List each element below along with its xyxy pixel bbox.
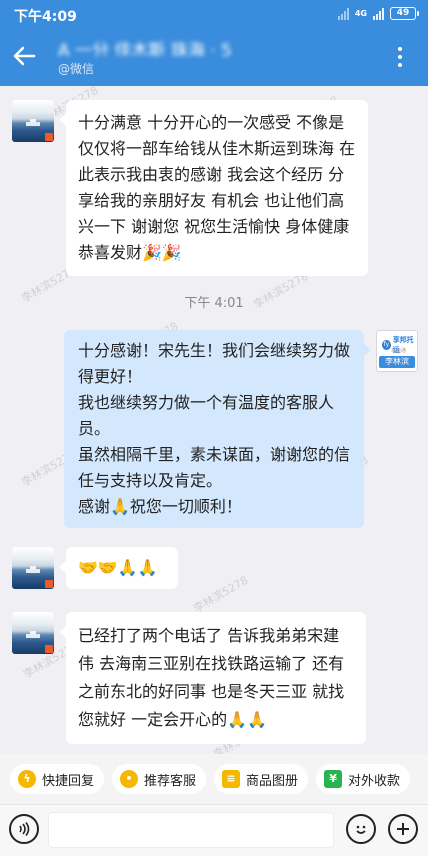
watermark: 李林滨5278: [191, 573, 251, 616]
message-line: 虽然相隔千里，素未谋面，谢谢您的信任与支持以及肯定。: [78, 445, 351, 490]
agent-avatar[interactable]: fy 享邦托运 车运通 李林滨: [376, 330, 418, 372]
message-bubble-incoming[interactable]: 🤝🤝🙏🙏: [59, 547, 178, 589]
quick-reply-label: 快捷回复: [42, 773, 95, 789]
lightning-icon: ϟ: [18, 770, 36, 788]
agent-name-tag: 李林滨: [379, 356, 415, 368]
external-payment-button[interactable]: ¥ 对外收款: [316, 764, 411, 794]
external-payment-label: 对外收款: [348, 773, 401, 789]
back-arrow-icon[interactable]: [10, 42, 38, 70]
customer-avatar[interactable]: [12, 100, 54, 142]
product-catalog-button[interactable]: ≡ 商品图册: [214, 764, 309, 794]
network-type: 4G: [354, 8, 367, 18]
input-bar: [0, 804, 428, 856]
signal-icon: [337, 7, 349, 20]
signal-strength-icon: [373, 7, 384, 20]
message-bubble-incoming[interactable]: 十分满意 十分开心的一次感受 不像是仅仅将一部车给钱从佳木斯运到珠海 在此表示我…: [59, 100, 368, 276]
message-input[interactable]: [48, 812, 334, 848]
battery-icon: 49: [390, 7, 419, 20]
voice-icon[interactable]: [9, 814, 39, 844]
chat-subtitle: @微信: [58, 60, 94, 77]
quick-reply-button[interactable]: ϟ 快捷回复: [10, 764, 105, 794]
message-line: 十分感谢！宋先生！我们会继续努力做得更好！: [78, 341, 351, 386]
emoji-icon[interactable]: [346, 814, 376, 844]
add-icon[interactable]: [388, 814, 418, 844]
status-time: 下午4:09: [14, 9, 77, 25]
chat-source: @微信: [58, 62, 95, 76]
status-icons: 4G 49: [337, 7, 419, 20]
status-bar: 下午4:09 4G 49: [0, 0, 428, 30]
message-line: 我也继续努力做一个有温度的客服人员。: [78, 393, 335, 438]
more-options-icon[interactable]: [386, 42, 414, 72]
payment-icon: ¥: [324, 770, 343, 788]
agent-logo-sub: 车运通: [391, 348, 407, 354]
chat-title: A 一分 佳木斯 珠海 · 5: [58, 41, 232, 56]
recommend-agent-label: 推荐客服: [144, 773, 197, 789]
recommend-icon: •: [120, 770, 139, 788]
message-line: 感谢🙏祝您一切顺利！: [78, 497, 242, 516]
catalog-icon: ≡: [222, 770, 241, 788]
app-header: 下午4:09 4G 49 A 一分 佳木斯 珠海 · 5 @微信: [0, 0, 428, 86]
product-catalog-label: 商品图册: [246, 773, 299, 789]
customer-avatar[interactable]: [12, 612, 54, 654]
message-bubble-outgoing[interactable]: 十分感谢！宋先生！我们会继续努力做得更好！ 我也继续努力做一个有温度的客服人员。…: [64, 330, 371, 528]
recommend-agent-button[interactable]: • 推荐客服: [112, 764, 207, 794]
customer-avatar[interactable]: [12, 547, 54, 589]
message-list[interactable]: 李林滨5278 李林滨5278 李林滨5278 李林滨5278 李林滨5278 …: [0, 86, 428, 754]
nav-bar: A 一分 佳木斯 珠海 · 5 @微信: [0, 30, 428, 86]
quick-action-bar: ϟ 快捷回复 • 推荐客服 ≡ 商品图册 ¥ 对外收款: [0, 754, 428, 804]
message-bubble-incoming[interactable]: 已经打了两个电话了 告诉我弟弟宋建伟 去海南三亚别在找铁路运输了 还有之前东北的…: [59, 612, 366, 744]
message-timestamp: 下午 4:01: [184, 296, 244, 311]
